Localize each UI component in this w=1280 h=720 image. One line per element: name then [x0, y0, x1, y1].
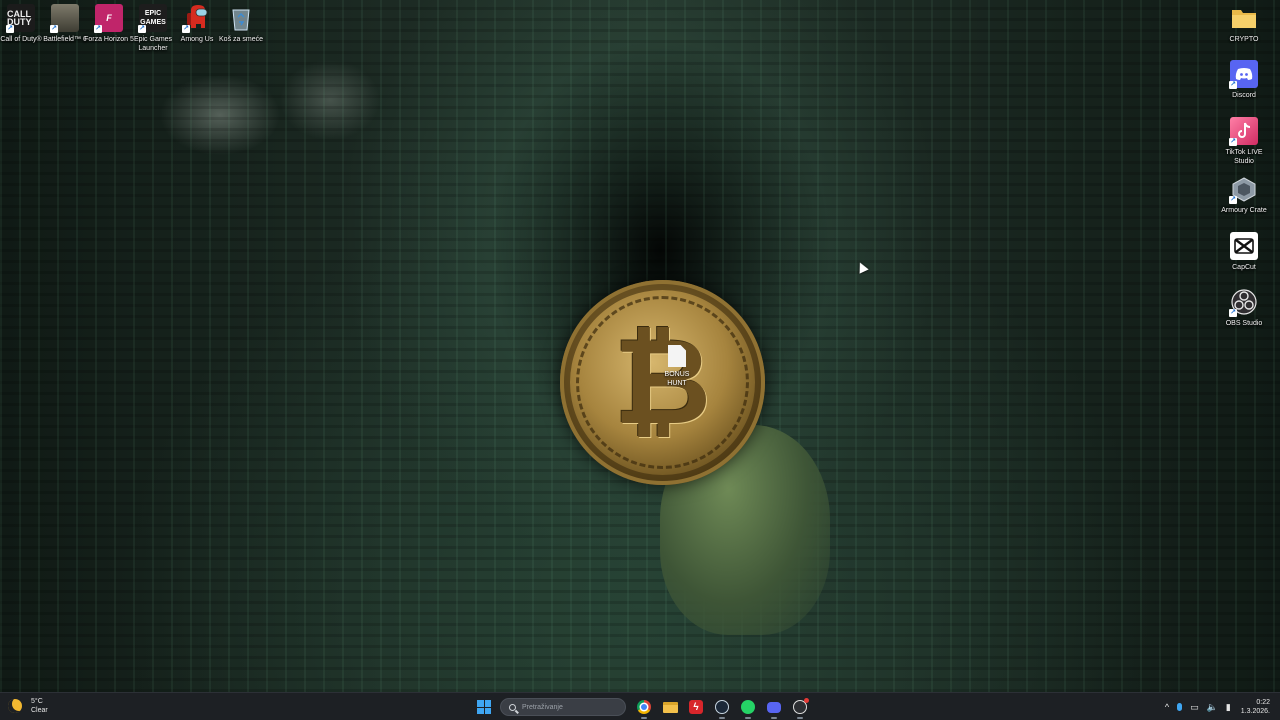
start-button[interactable] — [474, 697, 494, 717]
chevron-up-icon[interactable]: ^ — [1165, 702, 1169, 712]
file-explorer-icon — [662, 701, 678, 713]
battlefield-icon: ↗ — [50, 4, 79, 33]
taskbar-discord[interactable] — [764, 697, 784, 719]
shortcut-arrow-icon: ↗ — [1229, 81, 1237, 89]
shortcut-arrow-icon: ↗ — [94, 25, 102, 33]
taskbar-red-app[interactable]: ϟ — [686, 697, 706, 717]
desktop-wallpaper: ₿ — [0, 0, 1280, 692]
search-icon — [509, 703, 516, 711]
clock-date: 1.3.2026. — [1240, 708, 1270, 715]
desktop-icon-discord[interactable]: ↗ Discord — [1221, 60, 1267, 100]
desktop-icon-label: Discord — [1232, 92, 1256, 99]
desktop-icon-label: OBS Studio — [1225, 320, 1263, 327]
lightning-app-icon: ϟ — [689, 700, 703, 714]
taskbar-whatsapp[interactable] — [738, 697, 758, 719]
taskbar-obs-studio[interactable] — [790, 697, 810, 719]
shortcut-arrow-icon: ↗ — [1229, 309, 1237, 317]
recording-badge — [804, 698, 809, 703]
tiktok-icon: ↗ — [1229, 117, 1258, 146]
desktop-icon-epic-games[interactable]: EPIC GAMES ↗ Epic Games Launcher — [130, 4, 176, 53]
weather-widget[interactable]: 5°C Clear — [8, 697, 48, 715]
steam-icon — [715, 700, 729, 714]
discord-icon: ↗ — [1229, 60, 1258, 89]
running-indicator — [797, 717, 803, 719]
shortcut-arrow-icon: ↗ — [1229, 138, 1237, 146]
shortcut-arrow-icon: ↗ — [6, 25, 14, 33]
running-indicator — [719, 717, 725, 719]
taskbar-steam[interactable] — [712, 697, 732, 719]
shortcut-arrow-icon: ↗ — [182, 25, 190, 33]
taskbar-search[interactable]: Pretraživanje — [500, 698, 626, 716]
among-us-icon: ↗ — [182, 4, 211, 33]
desktop-icon-obs-studio[interactable]: ↗ OBS Studio — [1221, 288, 1267, 328]
taskbar-apps: Pretraživanje ϟ — [474, 697, 816, 719]
capcut-icon — [1230, 232, 1258, 260]
system-tray: ^ ▭ 🔈 ▮ 0:22 1.3.2026. — [1157, 696, 1270, 718]
running-indicator — [745, 717, 751, 719]
desktop-icon-battlefield-6[interactable]: ↗ Battlefield™ 6 — [42, 4, 88, 44]
desktop-icon-label: TikTok LIVE Studio — [1225, 149, 1263, 165]
clock-time: 0:22 — [1256, 699, 1270, 706]
running-indicator — [771, 717, 777, 719]
desktop-icon-tiktok-live-studio[interactable]: ↗ TikTok LIVE Studio — [1221, 117, 1267, 166]
desktop-icon-label: Koš za smeće — [219, 36, 263, 43]
microphone-icon[interactable] — [1177, 703, 1183, 711]
display-icon[interactable]: ▭ — [1190, 702, 1199, 713]
desktop-icon-among-us[interactable]: ↗ Among Us — [174, 4, 220, 44]
volume-icon[interactable]: 🔈 — [1207, 702, 1218, 713]
moon-icon — [8, 699, 22, 713]
armoury-crate-icon: ↗ — [1229, 175, 1258, 204]
obs-icon: ↗ — [1229, 288, 1258, 317]
document-icon — [668, 345, 686, 367]
search-placeholder: Pretraživanje — [522, 703, 563, 711]
desktop-icon-crypto-folder[interactable]: CRYPTO — [1221, 4, 1267, 44]
running-indicator — [641, 717, 647, 719]
desktop-icon-forza-horizon-5[interactable]: F ↗ Forza Horizon 5 — [84, 4, 134, 44]
weather-temperature: 5°C — [31, 698, 43, 705]
folder-icon — [1230, 4, 1258, 32]
desktop-file-bonus-hunt[interactable]: BONUS HUNT — [662, 345, 692, 388]
shortcut-arrow-icon: ↗ — [138, 25, 146, 33]
windows-logo-icon — [477, 700, 491, 714]
taskbar-chrome[interactable] — [634, 697, 654, 719]
recycle-bin-icon — [227, 4, 255, 32]
desktop-icon-label: Armoury Crate — [1221, 207, 1267, 214]
battery-icon[interactable]: ▮ — [1226, 702, 1231, 713]
desktop-icon-capcut[interactable]: CapCut — [1221, 232, 1267, 272]
desktop-icon-armoury-crate[interactable]: ↗ Armoury Crate — [1221, 175, 1267, 215]
desktop-icon-label: BONUS HUNT — [664, 371, 690, 387]
desktop-icon-recycle-bin[interactable]: Koš za smeće — [218, 4, 264, 44]
discord-icon — [767, 701, 781, 713]
whatsapp-icon — [741, 700, 755, 714]
clock[interactable]: 0:22 1.3.2026. — [1241, 698, 1270, 716]
taskbar: 5°C Clear Pretraživanje ϟ ^ ▭ 🔈 ▮ 0:22 1… — [0, 692, 1280, 720]
call-of-duty-icon: CALL DUTY ↗ — [6, 4, 35, 33]
desktop-icon-label: CRYPTO — [1229, 36, 1259, 43]
weather-condition: Clear — [31, 707, 48, 714]
desktop-icon-label: CapCut — [1232, 264, 1256, 271]
shortcut-arrow-icon: ↗ — [50, 25, 58, 33]
chrome-icon — [637, 700, 651, 714]
taskbar-file-explorer[interactable] — [660, 697, 680, 717]
epic-games-icon: EPIC GAMES ↗ — [138, 4, 167, 33]
shortcut-arrow-icon: ↗ — [1229, 196, 1237, 204]
forza-icon: F ↗ — [94, 4, 123, 33]
desktop-icon-call-of-duty[interactable]: CALL DUTY ↗ Call of Duty® — [0, 4, 44, 44]
